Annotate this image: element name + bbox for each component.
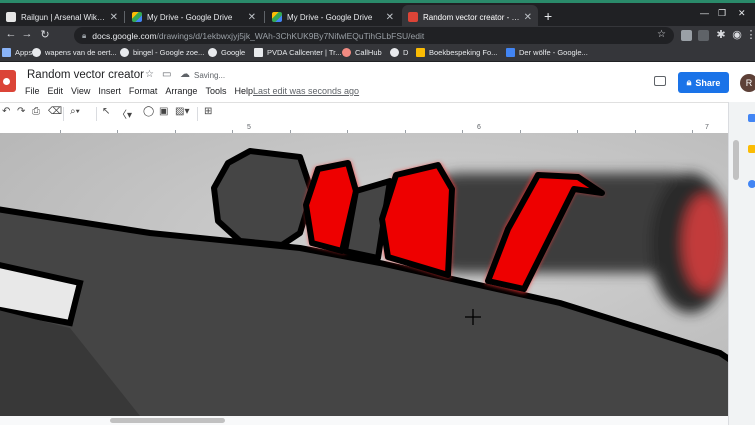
vertical-scrollbar[interactable]: [733, 140, 739, 180]
apps-grid-icon: [2, 48, 11, 57]
menu-help[interactable]: Help: [234, 86, 253, 96]
new-tab-button[interactable]: +: [544, 9, 552, 23]
google-icon: [208, 48, 217, 57]
add-comment-icon[interactable]: ⊞: [204, 106, 212, 117]
close-window-icon[interactable]: ✕: [738, 8, 746, 19]
close-tab-icon[interactable]: ✕: [386, 12, 394, 23]
extension-c-icon[interactable]: [698, 30, 709, 41]
zoom-icon[interactable]: ⌕▾: [70, 106, 80, 117]
close-tab-icon[interactable]: ✕: [110, 12, 118, 23]
last-edit-link[interactable]: Last edit was seconds ago: [253, 86, 359, 96]
bookmark-item[interactable]: PVDA Callcenter | Tr...: [254, 48, 341, 57]
drawing-toolbar: ↶ ↷ ⎙ ⌫ ⌕▾ ↖ 〈▾ ◯ ▣ ▨▾ ⊞: [0, 102, 755, 124]
shape-icon[interactable]: ◯: [143, 106, 154, 117]
tasks-icon[interactable]: [748, 180, 755, 188]
extensions-puzzle-icon[interactable]: ✱: [714, 28, 728, 41]
drive-favicon-icon: [272, 12, 282, 22]
keep-icon[interactable]: [748, 145, 755, 153]
address-bar[interactable]: 🔒︎ docs.google.com /drawings/d/1ekbwxjyj…: [74, 27, 674, 44]
bookmark-apps[interactable]: Apps: [2, 48, 32, 57]
tab-title: My Drive - Google Drive: [287, 12, 373, 22]
menu-bar: File Edit View Insert Format Arrange Too…: [25, 86, 261, 96]
menu-insert[interactable]: Insert: [98, 86, 121, 96]
minimize-icon[interactable]: —: [700, 8, 709, 18]
red-fin-2-shape[interactable]: [379, 162, 455, 278]
url-host: docs.google.com: [92, 30, 157, 41]
callhub-icon: [342, 48, 351, 57]
reload-icon[interactable]: ↻: [38, 28, 52, 41]
bookmark-star-icon[interactable]: ☆: [657, 29, 666, 40]
ruler-mark: 5: [247, 124, 251, 131]
bookmark-item[interactable]: CallHub: [342, 48, 382, 57]
extension-icon[interactable]: [681, 30, 692, 41]
menu-view[interactable]: View: [71, 86, 90, 96]
back-icon[interactable]: ←: [4, 28, 18, 40]
drive-favicon-icon: [132, 12, 142, 22]
horizontal-scrollbar[interactable]: [0, 416, 728, 425]
avatar[interactable]: R: [740, 74, 755, 92]
scope-rear-shape[interactable]: [211, 148, 315, 248]
lock-icon: 🔒︎: [686, 77, 692, 87]
url-path: /drawings/d/1ekbwxjyj5jk_WAh-3ChKUK9By7N…: [156, 30, 425, 41]
profile-icon[interactable]: ◉: [730, 28, 744, 41]
forward-icon[interactable]: →: [20, 28, 34, 40]
docs-icon: [506, 48, 515, 57]
ruler-mark: 7: [705, 124, 709, 131]
bookmark-item[interactable]: D: [390, 48, 408, 57]
tab-title: My Drive - Google Drive: [147, 12, 233, 22]
drawing-canvas[interactable]: [0, 133, 728, 416]
bookmark-item[interactable]: bingel - Google zoe...: [120, 48, 204, 57]
drawing-svg: [0, 133, 728, 416]
drawings-header: Random vector creator ☆ ▭ ☁ Saving... Fi…: [0, 62, 755, 102]
menu-format[interactable]: Format: [129, 86, 158, 96]
google-icon: [120, 48, 129, 57]
move-folder-icon[interactable]: ▭: [162, 69, 171, 80]
google-icon: [32, 48, 41, 57]
lock-icon: 🔒︎: [82, 30, 87, 40]
bookmark-item[interactable]: Der wölfe - Google...: [506, 48, 588, 57]
browser-toolbar: ← → ↻ 🔒︎ docs.google.com /drawings/d/1ek…: [0, 26, 755, 46]
tab-title: Railgun | Arsenal Wiki | Fandom: [21, 12, 106, 22]
star-icon[interactable]: ☆: [145, 69, 154, 80]
bookmark-item[interactable]: Boekbespeking Fo...: [416, 48, 497, 57]
bookmark-item[interactable]: wapens van de oert...: [32, 48, 117, 57]
text-box-icon[interactable]: ▣: [159, 106, 168, 117]
share-button[interactable]: 🔒︎ Share: [678, 72, 729, 93]
menu-tools[interactable]: Tools: [205, 86, 226, 96]
line-icon[interactable]: 〈▾: [117, 106, 132, 121]
bookmark-item[interactable]: Google: [208, 48, 245, 57]
print-icon[interactable]: ⎙: [32, 106, 40, 117]
menu-edit[interactable]: Edit: [48, 86, 64, 96]
pvda-icon: [254, 48, 263, 57]
close-tab-icon[interactable]: ✕: [248, 12, 256, 23]
undo-icon[interactable]: ↶: [2, 106, 10, 117]
calendar-icon[interactable]: [748, 114, 755, 122]
drawings-logo-icon[interactable]: [0, 70, 16, 92]
restore-icon[interactable]: ❐: [718, 8, 726, 19]
cloud-saving-icon: ☁: [180, 69, 190, 80]
paint-format-icon[interactable]: ⌫: [48, 106, 62, 117]
tab-title: Random vector creator - Google: [423, 12, 520, 22]
close-tab-icon[interactable]: ✕: [524, 12, 532, 23]
bookmarks-bar: Apps wapens van de oert... bingel - Goog…: [0, 46, 755, 62]
menu-file[interactable]: File: [25, 86, 40, 96]
drawings-favicon-icon: [408, 12, 418, 22]
saving-status: Saving...: [194, 71, 226, 80]
globe-icon: [390, 48, 399, 57]
image-icon[interactable]: ▨▾: [175, 106, 189, 117]
redo-icon[interactable]: ↷: [17, 106, 25, 117]
browser-tab-strip: Railgun | Arsenal Wiki | Fandom ✕ My Dri…: [0, 0, 755, 29]
chrome-menu-icon[interactable]: ⋮: [744, 28, 755, 41]
document-title[interactable]: Random vector creator: [27, 69, 144, 81]
select-icon[interactable]: ↖: [102, 106, 110, 117]
ruler-mark: 6: [477, 124, 481, 131]
fandom-favicon-icon: [6, 12, 16, 22]
menu-arrange[interactable]: Arrange: [165, 86, 197, 96]
drive-icon: [416, 48, 425, 57]
comments-icon[interactable]: [654, 76, 666, 86]
